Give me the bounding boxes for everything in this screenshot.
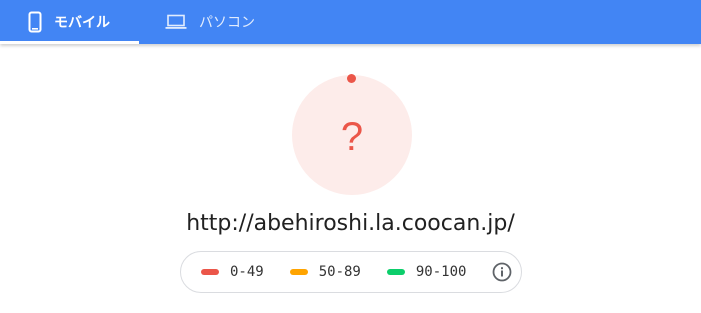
legend-swatch-red — [201, 269, 219, 275]
tab-mobile-label: モバイル — [54, 14, 110, 30]
active-tab-indicator — [0, 41, 139, 44]
tab-desktop-label: パソコン — [199, 14, 255, 30]
gauge-marker — [347, 74, 356, 83]
score-legend: 0-49 50-89 90-100 — [180, 251, 522, 293]
legend-label-average: 50-89 — [318, 264, 361, 280]
legend-label-pass: 90-100 — [415, 264, 467, 280]
tab-mobile[interactable]: モバイル — [0, 0, 139, 44]
top-tab-bar: モバイル パソコン — [0, 0, 701, 44]
info-icon[interactable] — [492, 262, 512, 282]
smartphone-icon — [28, 11, 42, 33]
score-value: ? — [340, 115, 364, 159]
legend-item-average: 50-89 — [289, 264, 361, 280]
legend-item-fail: 0-49 — [201, 264, 264, 280]
legend-swatch-orange — [289, 269, 308, 275]
report-url: http://abehiroshi.la.coocan.jp/ — [186, 211, 515, 236]
laptop-icon — [165, 14, 187, 30]
legend-swatch-green — [386, 269, 405, 275]
legend-label-fail: 0-49 — [230, 264, 264, 280]
score-gauge: ? — [292, 75, 412, 195]
legend-item-pass: 90-100 — [386, 264, 467, 280]
tab-desktop[interactable]: パソコン — [139, 0, 279, 44]
